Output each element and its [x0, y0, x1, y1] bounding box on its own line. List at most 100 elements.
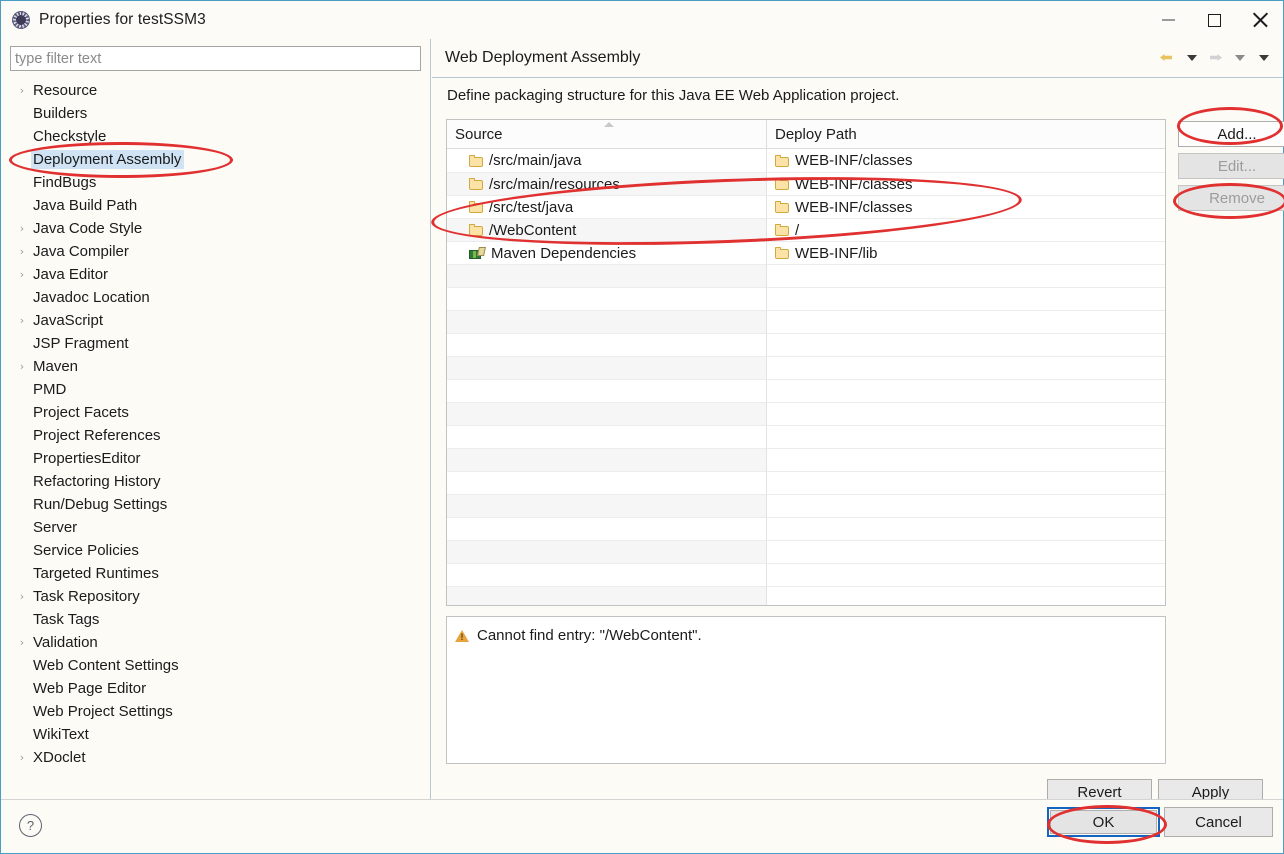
- sidebar-item-web-page-editor[interactable]: ›Web Page Editor: [1, 677, 430, 700]
- sidebar-item-xdoclet[interactable]: › XDoclet: [1, 746, 430, 769]
- sidebar-item-run-debug-settings[interactable]: ›Run/Debug Settings: [1, 493, 430, 516]
- table-cell-source: [447, 287, 767, 310]
- sidebar-item-label: Targeted Runtimes: [33, 565, 159, 582]
- sidebar-item-refactoring-history[interactable]: ›Refactoring History: [1, 470, 430, 493]
- sidebar-item-jsp-fragment[interactable]: ›JSP Fragment: [1, 332, 430, 355]
- table-cell-source: [447, 402, 767, 425]
- chevron-right-icon[interactable]: ›: [13, 222, 31, 235]
- sidebar-item-pmd[interactable]: ›PMD: [1, 378, 430, 401]
- table-cell-text: WEB-INF/classes: [795, 198, 913, 216]
- chevron-right-icon[interactable]: ›: [13, 314, 31, 327]
- table-cell-deploy-path: [767, 448, 1165, 471]
- table-cell-text: /src/main/java: [489, 152, 582, 169]
- back-arrow-icon[interactable]: [1157, 47, 1179, 69]
- table-cell-text: WEB-INF/classes: [795, 175, 913, 193]
- sidebar-item-server[interactable]: ›Server: [1, 516, 430, 539]
- table-cell-text: /src/main/resources: [489, 175, 620, 193]
- column-header-source-label: Source: [455, 125, 503, 143]
- minimize-icon[interactable]: [1145, 1, 1191, 39]
- table-cell-source: [447, 494, 767, 517]
- cancel-button[interactable]: Cancel: [1164, 807, 1273, 837]
- sidebar-item-javadoc-location[interactable]: ›Javadoc Location: [1, 286, 430, 309]
- table-cell-text: WEB-INF/classes: [795, 152, 913, 169]
- table-row-empty: [447, 563, 1165, 586]
- chevron-right-icon[interactable]: ›: [13, 268, 31, 281]
- sidebar-item-label: Web Content Settings: [33, 657, 179, 674]
- back-menu-chevron-down-icon[interactable]: [1181, 47, 1203, 69]
- table-row[interactable]: /src/test/java WEB-INF/classes: [447, 195, 1165, 218]
- settings-sidebar: ›Resource›Builders›Checkstyle›Deployment…: [1, 39, 431, 800]
- table-action-buttons: Add... Edit... Remove: [1178, 121, 1284, 217]
- add-button[interactable]: Add...: [1178, 121, 1284, 147]
- close-icon[interactable]: [1237, 1, 1283, 39]
- column-header-deploy-path-label: Deploy Path: [775, 125, 857, 143]
- ok-button[interactable]: OK: [1050, 810, 1157, 834]
- maximize-icon[interactable]: [1191, 1, 1237, 39]
- sidebar-item-resource[interactable]: › Resource: [1, 79, 430, 102]
- sidebar-item-label: Builders: [33, 105, 88, 122]
- sidebar-item-java-build-path[interactable]: ›Java Build Path: [1, 194, 430, 217]
- sidebar-item-checkstyle[interactable]: ›Checkstyle: [1, 125, 430, 148]
- sidebar-item-label: Maven: [33, 358, 79, 375]
- column-header-source[interactable]: Source: [447, 120, 767, 148]
- sidebar-item-javascript[interactable]: › JavaScript: [1, 309, 430, 332]
- table-cell-deploy-path: /: [767, 218, 1165, 241]
- chevron-right-icon[interactable]: ›: [13, 84, 31, 97]
- table-row[interactable]: Maven Dependencies WEB-INF/lib: [447, 241, 1165, 264]
- column-header-deploy-path[interactable]: Deploy Path: [767, 120, 1165, 148]
- sidebar-item-label: Java Code Style: [33, 220, 143, 237]
- sidebar-item-project-references[interactable]: ›Project References: [1, 424, 430, 447]
- sidebar-item-java-code-style[interactable]: › Java Code Style: [1, 217, 430, 240]
- sidebar-item-task-repository[interactable]: › Task Repository: [1, 585, 430, 608]
- chevron-right-icon[interactable]: ›: [13, 590, 31, 603]
- settings-tree[interactable]: ›Resource›Builders›Checkstyle›Deployment…: [1, 79, 430, 800]
- table-cell-deploy-path: [767, 425, 1165, 448]
- sidebar-item-task-tags[interactable]: ›Task Tags: [1, 608, 430, 631]
- sidebar-item-targeted-runtimes[interactable]: ›Targeted Runtimes: [1, 562, 430, 585]
- overflow-chevron-down-icon[interactable]: [1253, 47, 1275, 69]
- table-row-empty: [447, 333, 1165, 356]
- sidebar-item-java-compiler[interactable]: › Java Compiler: [1, 240, 430, 263]
- forward-menu-chevron-down-icon[interactable]: [1229, 47, 1251, 69]
- sidebar-item-findbugs[interactable]: ›FindBugs: [1, 171, 430, 194]
- sidebar-item-builders[interactable]: ›Builders: [1, 102, 430, 125]
- sidebar-item-label: JSP Fragment: [33, 335, 129, 352]
- table-cell-source: [447, 310, 767, 333]
- table-body: /src/main/java WEB-INF/classes/src/main/r…: [447, 149, 1165, 605]
- sidebar-item-validation[interactable]: › Validation: [1, 631, 430, 654]
- sidebar-item-web-project-settings[interactable]: ›Web Project Settings: [1, 700, 430, 723]
- folder-icon: [469, 224, 483, 236]
- page-nav-icons: [1157, 39, 1275, 77]
- edit-button: Edit...: [1178, 153, 1284, 179]
- sidebar-item-java-editor[interactable]: › Java Editor: [1, 263, 430, 286]
- sidebar-item-project-facets[interactable]: ›Project Facets: [1, 401, 430, 424]
- chevron-right-icon[interactable]: ›: [13, 245, 31, 258]
- deployment-assembly-table[interactable]: Source Deploy Path /src/main/java WEB-INF…: [446, 119, 1166, 606]
- sidebar-item-web-content-settings[interactable]: ›Web Content Settings: [1, 654, 430, 677]
- table-row[interactable]: /src/main/resources WEB-INF/classes: [447, 172, 1165, 195]
- chevron-right-icon[interactable]: ›: [13, 360, 31, 373]
- sidebar-item-maven[interactable]: › Maven: [1, 355, 430, 378]
- table-row-empty: [447, 402, 1165, 425]
- help-icon[interactable]: ?: [19, 814, 42, 837]
- table-row[interactable]: /WebContent /: [447, 218, 1165, 241]
- table-cell-text: Maven Dependencies: [491, 244, 637, 262]
- folder-icon: [775, 224, 789, 236]
- chevron-right-icon[interactable]: ›: [13, 751, 31, 764]
- sidebar-item-deployment-assembly[interactable]: ›Deployment Assembly: [1, 148, 430, 171]
- chevron-right-icon[interactable]: ›: [13, 636, 31, 649]
- sidebar-item-service-policies[interactable]: ›Service Policies: [1, 539, 430, 562]
- table-cell-source: [447, 356, 767, 379]
- sidebar-item-label: Project References: [33, 427, 161, 444]
- table-cell-text: WEB-INF/lib: [795, 244, 878, 262]
- sidebar-item-label: Java Build Path: [33, 197, 138, 214]
- title-bar: Properties for testSSM3: [1, 1, 1283, 39]
- filter-input[interactable]: [10, 46, 421, 71]
- remove-button: Remove: [1178, 185, 1284, 211]
- sidebar-item-propertieseditor[interactable]: ›PropertiesEditor: [1, 447, 430, 470]
- window-controls: [1145, 1, 1283, 39]
- table-row-empty: [447, 310, 1165, 333]
- sidebar-item-wikitext[interactable]: ›WikiText: [1, 723, 430, 746]
- table-cell-source: /src/main/java: [447, 149, 767, 172]
- table-row[interactable]: /src/main/java WEB-INF/classes: [447, 149, 1165, 172]
